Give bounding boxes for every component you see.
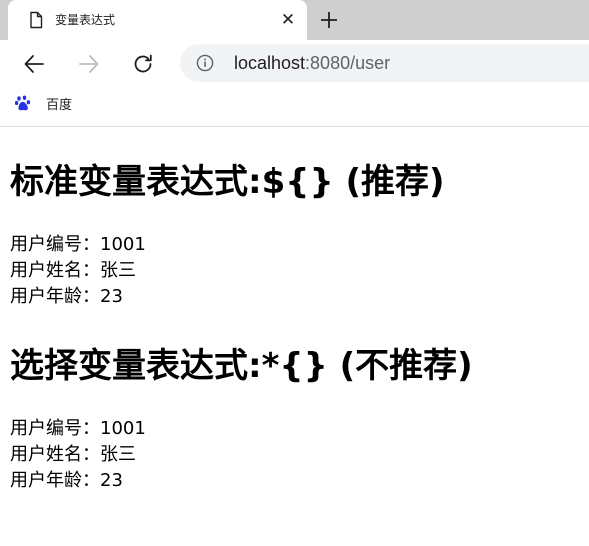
plus-icon (321, 12, 337, 28)
url-path: :8080/user (305, 53, 391, 73)
bookmark-label: 百度 (46, 97, 73, 113)
new-tab-button[interactable] (316, 7, 342, 33)
forward-arrow-icon (79, 55, 99, 73)
user-name-line: 用户姓名：张三 (10, 260, 136, 281)
user-age-line: 用户年龄：23 (10, 286, 123, 307)
back-arrow-icon (24, 55, 44, 73)
tab-title: 变量表达式 (55, 13, 116, 27)
user-id-line: 用户编号：1001 (10, 418, 146, 439)
address-bar[interactable]: localhost:8080/user (180, 44, 589, 82)
browser-tab[interactable]: 变量表达式 ✕ (8, 0, 307, 40)
section-heading-selection: 选择变量表达式:*{} (不推荐) (10, 346, 473, 386)
user-id-line: 用户编号：1001 (10, 234, 146, 255)
reload-icon (134, 54, 152, 73)
forward-button[interactable] (75, 50, 103, 78)
bookmarks-bar: 百度 (0, 86, 589, 127)
url-host: localhost (234, 53, 306, 73)
page-content: 标准变量表达式:${} (推荐) 用户编号：1001 用户姓名：张三 用户年龄：… (0, 127, 589, 546)
info-icon[interactable] (196, 54, 214, 72)
baidu-paw-icon (14, 95, 31, 111)
back-button[interactable] (20, 50, 48, 78)
section-heading-standard: 标准变量表达式:${} (推荐) (10, 162, 445, 202)
browser-toolbar: localhost:8080/user (0, 40, 589, 86)
tab-strip: 变量表达式 ✕ (0, 0, 589, 40)
tab-close-button[interactable]: ✕ (277, 9, 299, 31)
url-text[interactable]: localhost:8080/user (234, 53, 390, 73)
user-name-line: 用户姓名：张三 (10, 444, 136, 465)
bookmark-baidu[interactable]: 百度 (14, 92, 72, 114)
user-age-line: 用户年龄：23 (10, 470, 123, 491)
page-icon (30, 11, 43, 29)
reload-button[interactable] (129, 50, 157, 78)
